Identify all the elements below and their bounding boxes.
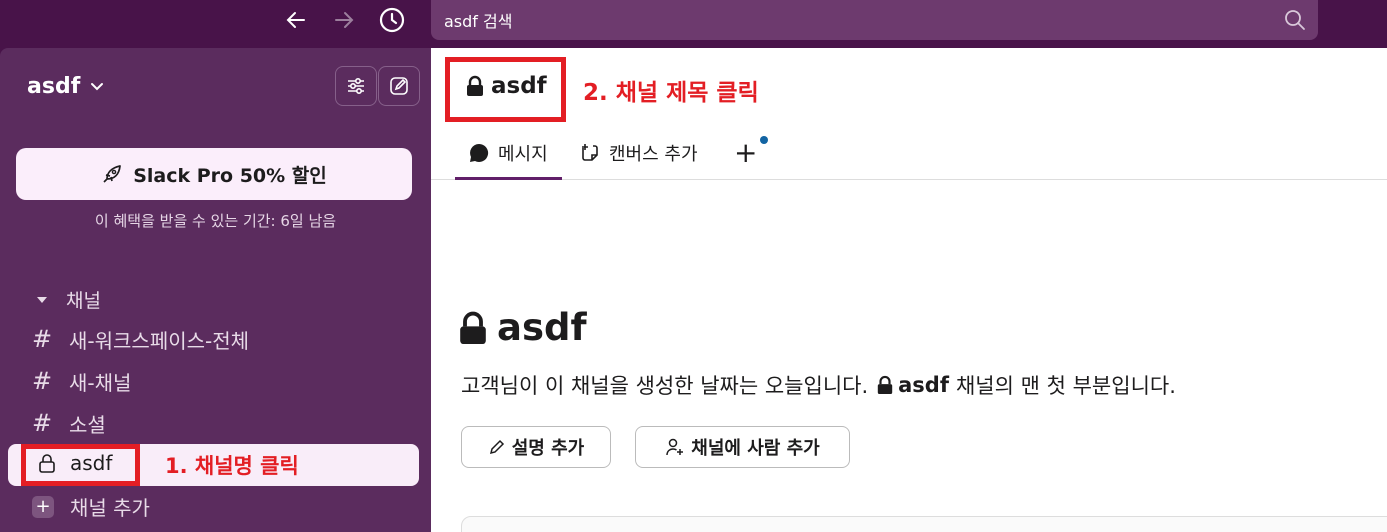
forward-button[interactable] [328,4,360,36]
intro-channel-link[interactable]: asdf [898,373,949,397]
back-button[interactable] [280,4,312,36]
message-bubble-icon [470,143,489,162]
tab-messages-label: 메시지 [498,144,548,165]
promo-note: 이 혜택을 받을 수 있는 기간: 6일 남음 [94,212,337,230]
onboarding-card [461,516,1387,532]
add-channel-button[interactable]: + 채널 추가 [32,492,150,521]
annotation-box-1 [21,444,140,486]
intro-title-text: asdf [497,306,587,349]
channels-section-toggle[interactable]: 채널 [36,286,101,313]
clock-icon [379,7,405,33]
channel-intro-title: asdf [457,306,587,349]
channel-name: 새-워크스페이스-전체 [69,328,250,353]
channel-name: 소셜 [69,412,106,437]
caret-down-icon [37,296,47,303]
top-bar: asdf 검색 [0,0,1387,48]
add-people-label: 채널에 사람 추가 [691,438,820,459]
workspace-switcher[interactable]: asdf [27,74,104,99]
main-pane: asdf 2. 채널 제목 클릭 메시지 캔버스 추가 + asdf 고객님이 … [431,48,1387,532]
sidebar-channel-item[interactable]: # 새-채널 [32,362,131,400]
plus-icon: + [32,495,54,518]
chevron-down-icon [91,82,104,90]
section-label: 채널 [66,290,101,312]
active-tab-underline [455,177,562,180]
search-bar[interactable]: asdf 검색 [431,0,1318,40]
add-description-button[interactable]: 설명 추가 [461,426,611,468]
promo-button[interactable]: Slack Pro 50% 할인 [16,148,412,200]
promo-label: Slack Pro 50% 할인 [133,164,327,187]
sliders-icon [348,77,364,95]
lock-solid-icon [460,311,486,344]
arrow-left-icon [286,12,305,28]
compose-icon [390,77,408,95]
compose-button[interactable] [378,66,420,106]
intro-text-post: 채널의 맨 첫 부분입니다. [955,374,1176,398]
hash-icon: # [32,409,53,437]
sidebar-channel-item[interactable]: # 소셜 [32,404,106,442]
search-icon [1285,10,1305,30]
notification-dot [760,136,768,144]
lock-solid-icon [877,375,893,394]
plus-icon: + [734,136,758,169]
add-channel-label: 채널 추가 [70,496,150,520]
pencil-icon [489,439,504,455]
canvas-icon [582,144,598,161]
channel-name: 새-채널 [69,370,132,395]
add-people-button[interactable]: 채널에 사람 추가 [635,426,850,468]
arrow-right-icon [335,12,354,28]
annotation-box-2 [445,57,566,122]
channel-tabs: 메시지 캔버스 추가 + [431,130,1387,180]
channel-intro-text: 고객님이 이 채널을 생성한 날짜는 오늘입니다. asdf 채널의 맨 첫 부… [461,370,1176,400]
sidebar-channel-item[interactable]: # 새-워크스페이스-전체 [32,320,249,358]
sidebar: asdf Slack Pro 50% 할인 이 혜택을 받을 수 있는 기간: … [0,48,431,532]
annotation-label-1: 1. 채널명 클릭 [165,454,299,478]
intro-text-pre: 고객님이 이 채널을 생성한 날짜는 오늘입니다. [461,374,869,398]
hash-icon: # [32,325,53,353]
annotation-label-2: 2. 채널 제목 클릭 [583,80,759,106]
search-text: asdf 검색 [444,12,513,31]
tab-add-canvas[interactable]: 캔버스 추가 [579,140,698,166]
add-description-label: 설명 추가 [511,438,585,459]
filter-button[interactable] [335,66,377,106]
workspace-name: asdf [27,74,81,99]
history-button[interactable] [376,4,408,36]
hash-icon: # [32,367,53,395]
add-tab-button[interactable]: + [734,136,757,169]
add-user-icon [666,438,684,456]
rocket-icon [103,165,122,183]
tab-messages[interactable]: 메시지 [468,140,548,166]
tab-canvas-label: 캔버스 추가 [609,144,698,165]
